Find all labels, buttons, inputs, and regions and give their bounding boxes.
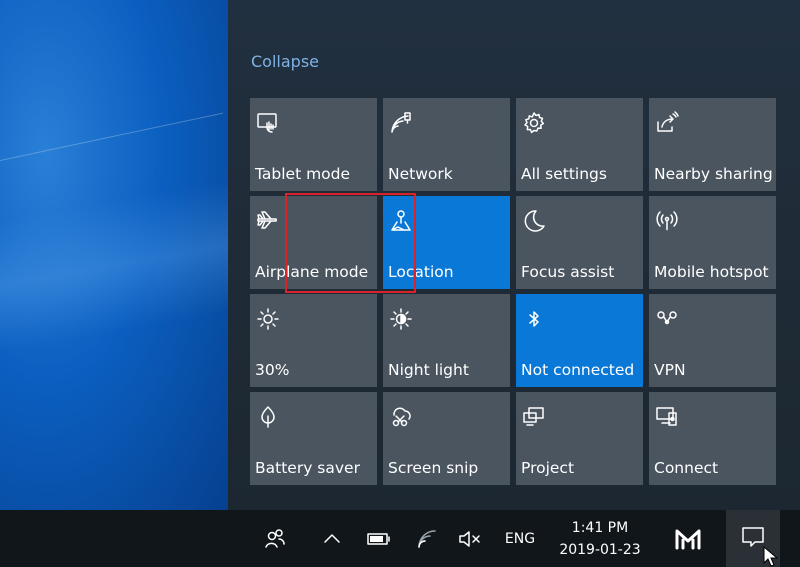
tile-battery-saver[interactable]: Battery saver <box>250 392 377 485</box>
tile-location[interactable]: Location <box>383 196 510 289</box>
clock[interactable]: 1:41 PM 2019-01-23 <box>548 510 652 567</box>
bluetooth-icon <box>521 306 547 332</box>
tile-label: Night light <box>388 361 469 379</box>
tile-label: Screen snip <box>388 459 479 477</box>
language-indicator[interactable]: ENG <box>500 510 540 567</box>
wifi-icon[interactable] <box>412 510 442 567</box>
battery-icon[interactable] <box>364 510 394 567</box>
tile-brightness[interactable]: 30% <box>250 294 377 387</box>
moon-icon <box>521 208 547 234</box>
tile-label: VPN <box>654 361 686 379</box>
mouse-cursor-icon <box>763 546 779 567</box>
hotspot-icon <box>654 208 680 234</box>
settings-gear-icon <box>521 110 547 136</box>
tile-nearby-sharing[interactable]: Nearby sharing <box>649 98 776 191</box>
tile-mobile-hotspot[interactable]: Mobile hotspot <box>649 196 776 289</box>
tile-label: Focus assist <box>521 263 615 281</box>
tile-screen-snip[interactable]: Screen snip <box>383 392 510 485</box>
location-icon <box>388 208 414 234</box>
tile-label: Nearby sharing <box>654 165 773 183</box>
tile-network[interactable]: Network <box>383 98 510 191</box>
screen-snip-icon <box>388 404 414 430</box>
desktop-wallpaper <box>0 0 228 510</box>
tile-label: 30% <box>255 361 290 379</box>
tile-airplane-mode[interactable]: Airplane mode <box>250 196 377 289</box>
tile-all-settings[interactable]: All settings <box>516 98 643 191</box>
tile-focus-assist[interactable]: Focus assist <box>516 196 643 289</box>
vpn-icon <box>654 306 680 332</box>
brightness-icon <box>255 306 281 332</box>
clock-date: 2019-01-23 <box>559 541 641 558</box>
tile-tablet-mode[interactable]: Tablet mode <box>250 98 377 191</box>
tile-label: All settings <box>521 165 607 183</box>
tile-label: Not connected <box>521 361 635 379</box>
connect-icon <box>654 404 680 430</box>
tile-label: Project <box>521 459 575 477</box>
nearby-sharing-icon <box>654 110 680 136</box>
network-icon <box>388 110 414 136</box>
tile-label: Airplane mode <box>255 263 369 281</box>
tile-label: Location <box>388 263 454 281</box>
tile-label: Mobile hotspot <box>654 263 769 281</box>
tablet-mode-icon <box>255 110 281 136</box>
tile-connect[interactable]: Connect <box>649 392 776 485</box>
tile-night-light[interactable]: Night light <box>383 294 510 387</box>
tile-bluetooth[interactable]: Not connected <box>516 294 643 387</box>
battery-saver-icon <box>255 404 281 430</box>
collapse-link[interactable]: Collapse <box>251 52 319 71</box>
airplane-icon <box>255 208 281 234</box>
taskbar: ENG 1:41 PM 2019-01-23 <box>0 510 800 567</box>
app-logo-icon[interactable] <box>670 510 706 567</box>
tile-label: Battery saver <box>255 459 360 477</box>
tile-label: Connect <box>654 459 719 477</box>
tile-project[interactable]: Project <box>516 392 643 485</box>
tile-label: Tablet mode <box>255 165 351 183</box>
people-icon[interactable] <box>258 510 292 567</box>
project-icon <box>521 404 547 430</box>
tile-vpn[interactable]: VPN <box>649 294 776 387</box>
tile-label: Network <box>388 165 453 183</box>
volume-muted-icon[interactable] <box>455 510 485 567</box>
chevron-up-icon[interactable] <box>318 510 346 567</box>
action-center-panel: Collapse Tablet mode Network All setting… <box>228 0 800 510</box>
clock-time: 1:41 PM <box>571 519 629 536</box>
night-light-icon <box>388 306 414 332</box>
